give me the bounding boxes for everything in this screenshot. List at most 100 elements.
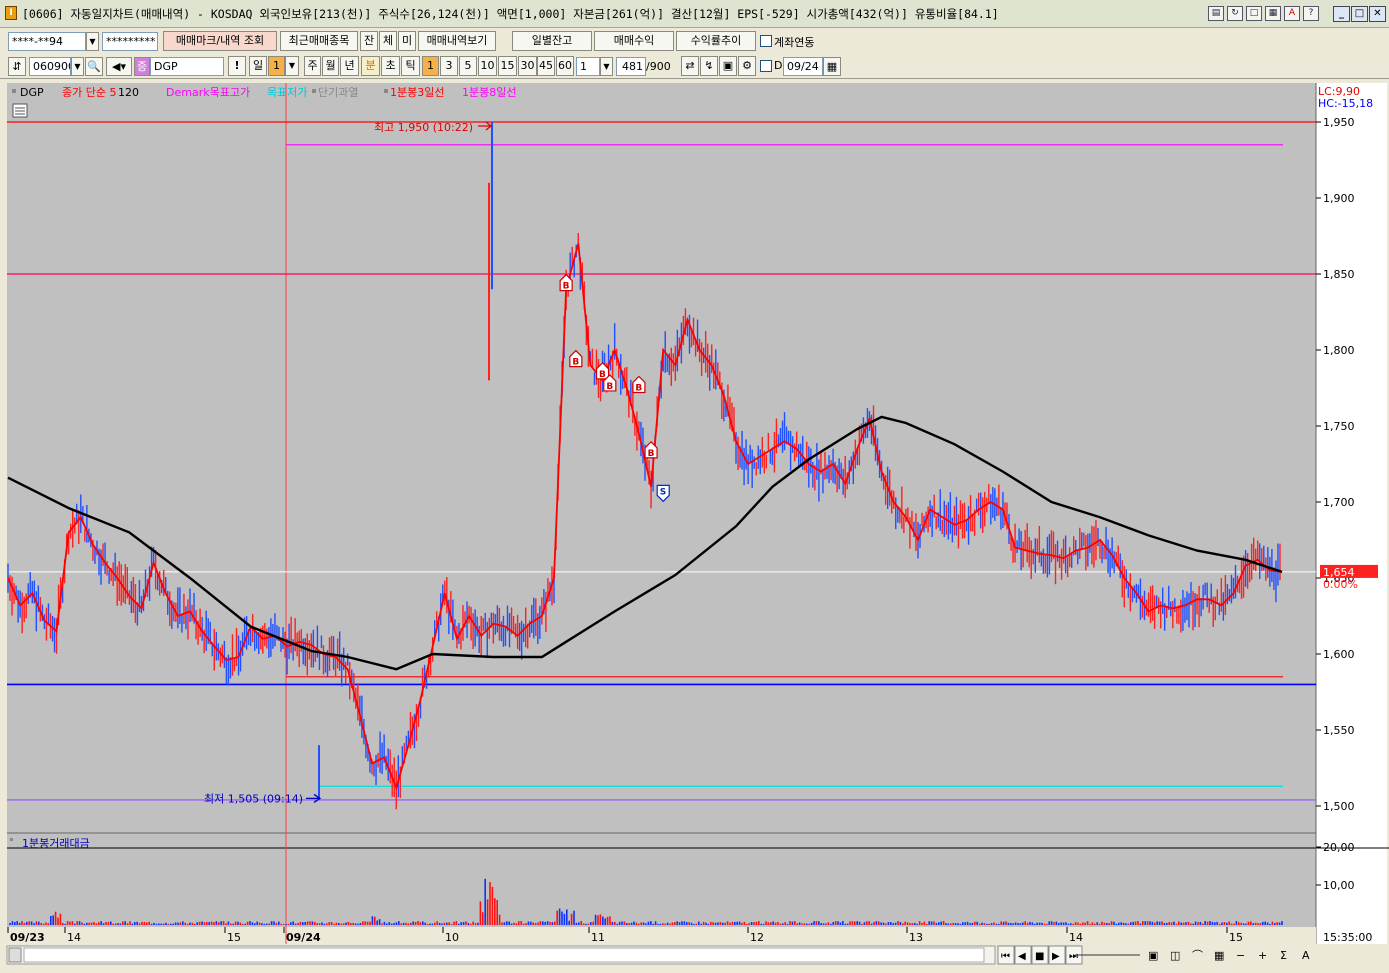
chart-toolbar: ⇵ 060900 ▼ 🔍 ◀▾ 증 DGP ! 일 1 ▼ 주 월 년 분 초 … [0,54,1389,79]
x-tick-label: 09/23 [10,931,45,944]
x-tick-label: 10 [445,931,459,944]
chart-tool-icon[interactable]: − [1236,949,1245,962]
scroll-control-icon: ⏮ [1001,951,1010,962]
filled-button[interactable]: 체 [379,31,397,51]
buy-mark-label: B [599,370,606,380]
period-minute-button[interactable]: 분 [361,56,380,76]
y-tick-label: 1,750 [1323,420,1355,433]
code-dropdown-icon[interactable]: ▼ [71,57,84,76]
help-icon[interactable]: ? [1303,6,1319,21]
password-input[interactable]: ********* [102,32,158,51]
interval-60-button[interactable]: 60 [556,56,574,76]
speaker-icon[interactable]: ◀▾ [106,57,132,76]
account-toolbar: ****-**94 ▼ ********* 매매마크/내역 조회 최근매매종목 … [0,29,1389,54]
alert-icon[interactable]: ! [228,56,246,76]
low-price-label: 최저 1,505 (09:14) [204,792,303,805]
stock-name-input[interactable]: DGP [150,57,224,76]
chart-tool-icon[interactable]: ◫ [1170,949,1180,962]
price-chart[interactable]: 1,9501,9001,8501,8001,7501,7001,6501,600… [0,80,1389,970]
legend-item: 단기과열 [318,86,358,99]
interval-45-button[interactable]: 45 [537,56,555,76]
account-input[interactable]: ****-**94 [8,32,86,51]
legend-bullet [384,89,388,93]
count-input[interactable]: 481 [616,57,646,76]
recent-trades-button[interactable]: 최근매매종목 [280,31,358,51]
legend-item: 1분봉8일선 [462,85,516,99]
account-link-label: 계좌연동 [774,36,815,49]
chart-tool-icon[interactable]: ▦ [1214,949,1224,962]
scrollbar-svg[interactable]: ⏮ ◀ ■ ▶ ⏭ ▣ ◫ ⌒ ▦ − + Σ A [0,944,1389,970]
scroll-control-icon: ■ [1035,951,1044,962]
stock-code-input[interactable]: 060900 [29,57,71,76]
volume-title: 1분봉거래대금 [22,837,90,850]
trade-profit-button[interactable]: 매매수익 [594,31,674,51]
scroll-control-icon: ⏭ [1069,951,1078,962]
custom-dropdown-icon[interactable]: ▼ [600,57,613,76]
chart-tool-icon[interactable]: ⇄ [681,56,699,76]
chart-tool-icon[interactable]: A [1302,949,1310,962]
scroll-thumb[interactable] [23,947,985,963]
save-icon[interactable]: ▣ [719,56,737,76]
period-day-button[interactable]: 일 [249,56,267,76]
chart-tool-icon[interactable]: ▣ [1148,949,1158,962]
buy-mark-label: B [606,382,613,392]
current-change-label: 0.00% [1323,578,1358,591]
settings-icon[interactable]: ⚙ [738,56,756,76]
scroll-left-button[interactable] [8,947,22,963]
x-tick-label: 15 [227,931,241,944]
calendar-icon[interactable]: ▦ [823,57,841,76]
unfilled-button[interactable]: 미 [398,31,416,51]
chart-tool-icon[interactable]: Σ [1280,949,1287,962]
maximize-icon[interactable]: □ [1351,6,1368,22]
account-dropdown-icon[interactable]: ▼ [86,32,99,51]
x-tick-label: 12 [750,931,764,944]
x-tick-label: 14 [1069,931,1083,944]
interval-3-button[interactable]: 3 [440,56,458,76]
font-icon[interactable]: A [1284,6,1300,21]
sell-mark-label: S [660,487,666,497]
chart-area[interactable]: 1,950 1,900 1,850 1,800 1,750 1,700 1,650 1,600… [0,80,1389,970]
date-checkbox[interactable] [760,60,772,72]
stock-type-icon[interactable]: ⇵ [8,57,26,76]
interval-15-button[interactable]: 15 [498,56,517,76]
legend-bullet [12,89,16,93]
daily-balance-button[interactable]: 일별잔고 [512,31,592,51]
buy-mark-label: B [635,383,642,393]
period-tick-button[interactable]: 틱 [401,56,420,76]
period-month-button[interactable]: 월 [322,56,339,76]
legend-item: 종가 단순 5 [62,86,116,99]
search-icon[interactable]: 🔍 [85,57,103,76]
period-week-button[interactable]: 주 [304,56,321,76]
period-year-button[interactable]: 년 [340,56,359,76]
interval-10-button[interactable]: 10 [478,56,497,76]
trade-history-button[interactable]: 매매내역보기 [418,31,496,51]
legend-item: 목표저가 [267,86,307,99]
interval-5-button[interactable]: 5 [459,56,477,76]
chart-scrollbar[interactable]: ⏮ ◀ ■ ▶ ⏭ ▣ ◫ ⌒ ▦ − + Σ A [0,944,1389,970]
day-dropdown-icon[interactable]: ▼ [285,56,299,76]
account-link-checkbox[interactable] [760,35,772,47]
period-day-value[interactable]: 1 [268,56,285,76]
count-max-label: /900 [646,60,671,73]
chart-indicator-icon[interactable]: ↯ [700,56,718,76]
minimize-icon[interactable]: _ [1333,6,1350,22]
y-tick-label: 1,700 [1323,496,1355,509]
app-icon: I [5,6,17,20]
custom-interval-input[interactable]: 1 [576,57,600,76]
buy-mark-label: B [648,449,655,459]
chart-tool-icon[interactable]: ⌒ [1192,949,1203,962]
window-icon[interactable]: □ [1246,6,1262,21]
chart-tool-icon[interactable]: + [1258,949,1267,962]
yield-trend-button[interactable]: 수익률추이 [676,31,756,51]
close-icon[interactable]: ✕ [1369,6,1386,22]
date-input[interactable]: 09/24 [783,57,823,76]
interval-30-button[interactable]: 30 [518,56,537,76]
period-second-button[interactable]: 초 [381,56,400,76]
balance-button[interactable]: 잔 [360,31,378,51]
mark-query-button[interactable]: 매매마크/내역 조회 [163,31,277,51]
y-tick-label: 1,600 [1323,648,1355,661]
interval-1-button[interactable]: 1 [422,56,439,76]
refresh-icon[interactable]: ↻ [1227,6,1243,21]
layout-icon[interactable]: ▤ [1208,6,1224,21]
grid-icon[interactable]: ▦ [1265,6,1281,21]
